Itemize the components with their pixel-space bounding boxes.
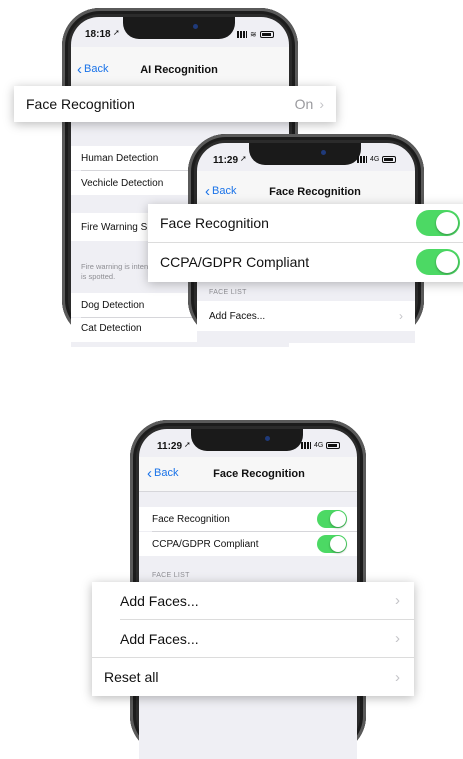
- location-icon: ➚: [240, 154, 247, 163]
- chevron-right-icon: ›: [395, 630, 400, 647]
- battery-icon: [326, 442, 341, 449]
- row-label: Vechicle Detection: [81, 177, 164, 189]
- back-button[interactable]: ‹ Back: [147, 464, 179, 482]
- list-item-add-faces[interactable]: Add Faces... ›: [92, 620, 414, 657]
- network-label: 4G: [314, 442, 324, 449]
- section-header-face-list: FACE LIST: [209, 289, 247, 296]
- section-header-face-list: FACE LIST: [152, 572, 190, 579]
- status-time: 18:18: [85, 29, 111, 40]
- location-icon: ➚: [184, 440, 191, 449]
- back-label: Back: [84, 63, 109, 75]
- chevron-right-icon: ›: [399, 309, 403, 323]
- network-label: 4G: [370, 156, 380, 163]
- row-label: Cat Detection: [81, 323, 142, 334]
- signal-icon: [301, 442, 311, 449]
- status-icons: 4G: [301, 442, 341, 449]
- chevron-left-icon: ‹: [77, 60, 82, 78]
- face-recognition-toggle[interactable]: [317, 510, 347, 528]
- row-label: Fire Warning Su: [81, 221, 153, 233]
- row-label: Face Recognition: [152, 513, 230, 525]
- phone-notch: [123, 17, 235, 39]
- list-item-add-faces[interactable]: Add Faces... ›: [92, 582, 414, 619]
- battery-icon: [382, 156, 397, 163]
- popout-label: Face Recognition: [26, 96, 135, 112]
- row-label: CCPA/GDPR Compliant: [160, 254, 310, 270]
- face-settings-popout: Face Recognition CCPA/GDPR Compliant: [148, 204, 463, 282]
- signal-icon: [237, 31, 247, 38]
- chevron-left-icon: ‹: [205, 182, 210, 200]
- status-time: 11:29: [157, 441, 183, 452]
- back-label: Back: [212, 185, 237, 197]
- ccpa-gdpr-toggle[interactable]: [416, 249, 460, 275]
- phone-notch: [249, 143, 361, 165]
- back-button[interactable]: ‹ Back: [77, 60, 109, 78]
- row-label: Add Faces...: [120, 592, 199, 609]
- row-label: Reset all: [104, 669, 159, 685]
- status-icons: 4G: [357, 156, 397, 163]
- row-label: Face Recognition: [160, 215, 269, 231]
- status-icons: ≋: [237, 30, 274, 39]
- row-label: CCPA/GDPR Compliant: [152, 538, 259, 550]
- back-button[interactable]: ‹ Back: [205, 182, 237, 200]
- chevron-right-icon: ›: [395, 592, 400, 609]
- list-item-add-faces[interactable]: Add Faces... ›: [197, 301, 415, 331]
- list-item-reset-all[interactable]: Reset all ›: [92, 658, 414, 696]
- status-time: 11:29: [213, 155, 239, 166]
- chevron-right-icon: ›: [319, 96, 324, 112]
- page-title: Face Recognition: [213, 468, 305, 480]
- wifi-icon: ≋: [250, 30, 257, 39]
- row-label: Add Faces...: [120, 630, 199, 647]
- popout-value: On: [294, 96, 314, 112]
- face-list-popout: Add Faces... › Add Faces... › Reset all …: [92, 582, 414, 696]
- chevron-right-icon: ›: [395, 668, 400, 686]
- back-label: Back: [154, 467, 179, 479]
- signal-icon: [357, 156, 367, 163]
- face-recognition-popout[interactable]: Face Recognition On ›: [14, 86, 336, 122]
- location-icon: ➚: [113, 28, 120, 37]
- chevron-left-icon: ‹: [147, 464, 152, 482]
- row-label: Dog Detection: [81, 299, 145, 311]
- battery-icon: [259, 31, 274, 38]
- page-title: AI Recognition: [140, 64, 218, 76]
- ccpa-gdpr-toggle[interactable]: [317, 535, 347, 553]
- face-recognition-toggle[interactable]: [416, 210, 460, 236]
- phone-notch: [191, 429, 303, 451]
- page-title: Face Recognition: [269, 186, 361, 198]
- row-label: Add Faces...: [209, 310, 266, 322]
- row-label: Human Detection: [81, 152, 159, 164]
